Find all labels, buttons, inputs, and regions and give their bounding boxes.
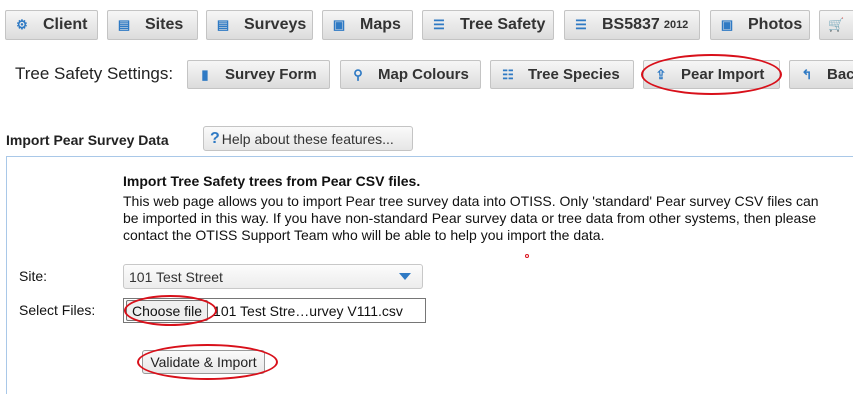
cart-icon: 🛒: [828, 17, 845, 32]
site-select[interactable]: 101 Test Street: [123, 264, 423, 289]
choose-file-button[interactable]: Choose file: [126, 300, 209, 321]
sites-icon: ▤: [117, 17, 131, 32]
nav-cart-button[interactable]: 🛒: [819, 10, 853, 40]
description-line: This web page allows you to import Pear …: [123, 193, 819, 209]
nav-surveys-button[interactable]: ▤ Surveys: [206, 10, 313, 40]
site-select-value: 101 Test Street: [129, 268, 223, 285]
list-icon: ☰: [575, 17, 587, 32]
top-nav: ⚙ Client ▤ Sites ▤ Surveys ▣ Maps ☰ Tree…: [0, 0, 853, 50]
validate-import-button[interactable]: Validate & Import: [142, 350, 265, 374]
description-line: be imported in this way. If you have non…: [123, 210, 817, 226]
back-icon: ↰: [801, 66, 813, 82]
import-description: This web page allows you to import Pear …: [123, 193, 853, 244]
survey-form-icon: ▮: [201, 66, 209, 82]
pear-import-label: Pear Import: [681, 66, 765, 83]
nav-sites-button[interactable]: ▤ Sites: [107, 10, 198, 40]
survey-form-button[interactable]: ▮ Survey Form: [187, 60, 330, 89]
survey-form-label: Survey Form: [225, 66, 317, 83]
help-label: Help about these features...: [221, 130, 394, 147]
selected-file-name: 101 Test Stre…urvey V111.csv: [213, 302, 403, 319]
settings-bar: Tree Safety Settings: ▮ Survey Form ⚲ Ma…: [0, 56, 853, 94]
nav-client-label: Client: [43, 16, 88, 33]
nav-sites-label: Sites: [145, 16, 184, 33]
maps-icon: ▣: [332, 17, 346, 32]
nav-bs5837-button[interactable]: ☰ BS5837 2012: [564, 10, 700, 40]
nav-maps-button[interactable]: ▣ Maps: [322, 10, 413, 40]
upload-icon: ⇪: [655, 66, 667, 82]
nav-surveys-label: Surveys: [244, 16, 307, 33]
gear-icon: ⚙: [16, 17, 28, 32]
tree-species-label: Tree Species: [528, 66, 620, 83]
list-icon: ☰: [433, 17, 445, 32]
nav-photos-label: Photos: [748, 16, 803, 33]
chevron-down-icon: [399, 273, 411, 280]
nav-maps-label: Maps: [360, 16, 401, 33]
nav-bs5837-label: BS5837: [602, 16, 660, 33]
select-files-label: Select Files:: [19, 302, 96, 318]
map-colours-button[interactable]: ⚲ Map Colours: [340, 60, 481, 89]
back-button[interactable]: ↰ Back: [789, 60, 853, 89]
pear-import-button[interactable]: ⇪ Pear Import: [643, 60, 780, 89]
description-line: contact the OTISS Support Team who will …: [123, 227, 605, 243]
nav-bs5837-year: 2012: [663, 19, 689, 31]
nav-client-button[interactable]: ⚙ Client: [5, 10, 98, 40]
stray-mark: [525, 254, 529, 258]
import-heading: Import Tree Safety trees from Pear CSV f…: [123, 173, 421, 189]
help-button[interactable]: ? Help about these features...: [203, 126, 413, 151]
nav-tree-safety-button[interactable]: ☰ Tree Safety: [422, 10, 554, 40]
nav-photos-button[interactable]: ▣ Photos: [710, 10, 810, 40]
site-label: Site:: [19, 268, 48, 284]
settings-label: Tree Safety Settings:: [15, 64, 174, 83]
tree-species-button[interactable]: ☷ Tree Species: [490, 60, 634, 89]
photos-icon: ▣: [720, 17, 734, 32]
section-title: Import Pear Survey Data: [6, 132, 169, 148]
nav-tree-safety-label: Tree Safety: [460, 16, 546, 33]
map-colours-label: Map Colours: [378, 66, 469, 83]
back-label: Back: [827, 66, 853, 83]
map-marker-icon: ⚲: [353, 66, 363, 82]
file-input[interactable]: Choose file 101 Test Stre…urvey V111.csv: [123, 298, 426, 323]
surveys-icon: ▤: [216, 17, 230, 32]
list-icon: ☷: [502, 66, 514, 82]
help-icon: ?: [210, 129, 220, 147]
